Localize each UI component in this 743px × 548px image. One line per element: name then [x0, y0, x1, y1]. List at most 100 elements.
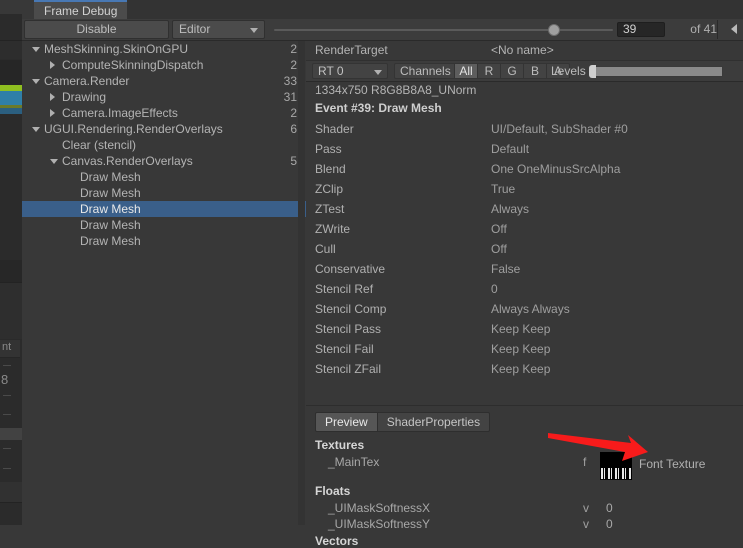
tree-row[interactable]: Camera.ImageEffects 2 [22, 105, 306, 121]
property-row: Stencil Comp Always Always [306, 299, 743, 319]
sliver-fragment-2: 8 [1, 372, 9, 387]
sliver-bar-2 [3, 395, 11, 396]
channel-button-r[interactable]: R [477, 63, 501, 79]
channel-button-b[interactable]: B [523, 63, 547, 79]
tree-scrollbar[interactable] [298, 41, 305, 525]
property-value: UI/Default, SubShader #0 [491, 122, 628, 136]
tree-row[interactable]: Camera.Render 33 [22, 73, 306, 89]
sliver-block-3 [0, 114, 22, 260]
levels-label: Levels [551, 64, 586, 78]
shader-property-value: 0 [606, 517, 613, 531]
tab-preview[interactable]: Preview [315, 412, 378, 432]
tree-row[interactable]: Clear (stencil) [22, 137, 306, 153]
tree-row[interactable]: MeshSkinning.SkinOnGPU 2 [22, 41, 306, 57]
tree-row[interactable]: Draw Mesh [22, 201, 306, 217]
section-header: Floats [315, 484, 351, 498]
tree-row-label: UGUI.Rendering.RenderOverlays [44, 122, 223, 136]
preview-tabs[interactable]: Preview ShaderProperties [315, 412, 491, 432]
tree-row[interactable]: Drawing 31 [22, 89, 306, 105]
property-key: Cull [315, 242, 336, 256]
render-target-label: RenderTarget [315, 43, 388, 57]
adjacent-profiler-sliver: nt 8 [0, 0, 22, 525]
shader-property-flag: v [583, 501, 589, 515]
levels-slider-handle[interactable] [589, 65, 596, 78]
tree-row[interactable]: Draw Mesh [22, 185, 306, 201]
property-row: Blend One OneMinusSrcAlpha [306, 159, 743, 179]
shader-property-value: 0 [606, 501, 613, 515]
render-target-toolbar: RT 0 Channels All R G B A Levels [306, 60, 743, 82]
frame-slider[interactable] [270, 20, 617, 39]
triangle-right-icon[interactable] [50, 61, 55, 69]
tree-row-count: 31 [283, 90, 297, 104]
tab-frame-debug[interactable]: Frame Debug [34, 0, 128, 19]
property-row: Stencil ZFail Keep Keep [306, 359, 743, 379]
tree-row[interactable]: Draw Mesh [22, 217, 306, 233]
rt-select-dropdown[interactable]: RT 0 [312, 63, 388, 79]
tab-shaderproperties[interactable]: ShaderProperties [377, 412, 491, 432]
frame-index-input[interactable]: 39 [617, 22, 665, 37]
section-header: Textures [315, 438, 365, 452]
tree-row-label: Camera.Render [44, 74, 130, 88]
disable-button[interactable]: Disable [24, 20, 169, 39]
property-value: Keep Keep [491, 362, 551, 376]
frame-slider-handle[interactable] [548, 24, 560, 36]
tree-row[interactable]: ComputeSkinningDispatch 2 [22, 57, 306, 73]
triangle-right-icon[interactable] [50, 109, 55, 117]
triangle-down-icon[interactable] [32, 127, 40, 132]
property-key: Stencil Pass [315, 322, 382, 336]
target-dropdown[interactable]: Editor [172, 20, 265, 39]
property-key: Shader [315, 122, 354, 136]
property-row: Cull Off [306, 239, 743, 259]
triangle-left-icon[interactable] [731, 24, 737, 34]
section-header: Vectors [315, 534, 359, 548]
shader-property-name: _MainTex [328, 455, 380, 469]
channel-button-g[interactable]: G [500, 63, 524, 79]
tree-row[interactable]: Canvas.RenderOverlays 5 [22, 153, 306, 169]
property-key: ZClip [315, 182, 344, 196]
sliver-field-1[interactable]: nt [0, 339, 20, 358]
tree-row-label: Canvas.RenderOverlays [62, 154, 193, 168]
sliver-bar-3 [3, 414, 11, 415]
levels-slider-track[interactable] [592, 66, 723, 77]
channel-button-all[interactable]: All [454, 63, 478, 79]
property-key: Blend [315, 162, 346, 176]
shader-property-name: _UIMaskSoftnessX [328, 501, 431, 515]
tree-row-label: Draw Mesh [80, 202, 141, 216]
triangle-right-icon[interactable] [50, 93, 55, 101]
tree-row-label: Clear (stencil) [62, 138, 137, 152]
tree-row-count: 6 [290, 122, 297, 136]
frame-slider-track [274, 29, 613, 31]
shader-properties-pane: Preview ShaderProperties Textures _MainTex… [306, 405, 743, 548]
property-row: Shader UI/Default, SubShader #0 [306, 119, 743, 139]
property-key: Stencil Ref [315, 282, 374, 296]
triangle-down-icon[interactable] [50, 159, 58, 164]
event-tree[interactable]: MeshSkinning.SkinOnGPU 2 ComputeSkinningDi… [22, 41, 307, 525]
property-value: False [491, 262, 521, 276]
render-state-property-list: Shader UI/Default, SubShader #0 Pass Defaul… [306, 119, 743, 379]
sliver-rule-3 [0, 502, 22, 503]
sliver-bar-4 [3, 448, 11, 449]
property-row: ZWrite Off [306, 219, 743, 239]
property-value: True [491, 182, 516, 196]
property-row: Stencil Pass Keep Keep [306, 319, 743, 339]
tree-row-label: MeshSkinning.SkinOnGPU [44, 42, 189, 56]
triangle-down-icon[interactable] [32, 47, 40, 52]
tree-row[interactable]: Draw Mesh [22, 233, 306, 249]
shader-property-flag: v [583, 517, 589, 531]
property-value: Always Always [491, 302, 570, 316]
window-tabstrip: Frame Debug [22, 0, 743, 19]
target-dropdown-label: Editor [179, 22, 211, 36]
sliver-top-gap [0, 0, 22, 14]
event-title: Event #39: Draw Mesh [315, 101, 442, 115]
tree-row[interactable]: UGUI.Rendering.RenderOverlays 6 [22, 121, 306, 137]
tree-row-label: Draw Mesh [80, 234, 141, 248]
sliver-bar-1 [3, 365, 11, 366]
triangle-down-icon[interactable] [32, 79, 40, 84]
property-value: Default [491, 142, 530, 156]
chevron-down-icon [250, 28, 258, 33]
texture-thumbnail[interactable] [600, 452, 632, 480]
property-value: Keep Keep [491, 342, 551, 356]
property-key: Conservative [315, 262, 386, 276]
tree-row[interactable]: Draw Mesh [22, 169, 306, 185]
property-key: ZWrite [315, 222, 351, 236]
